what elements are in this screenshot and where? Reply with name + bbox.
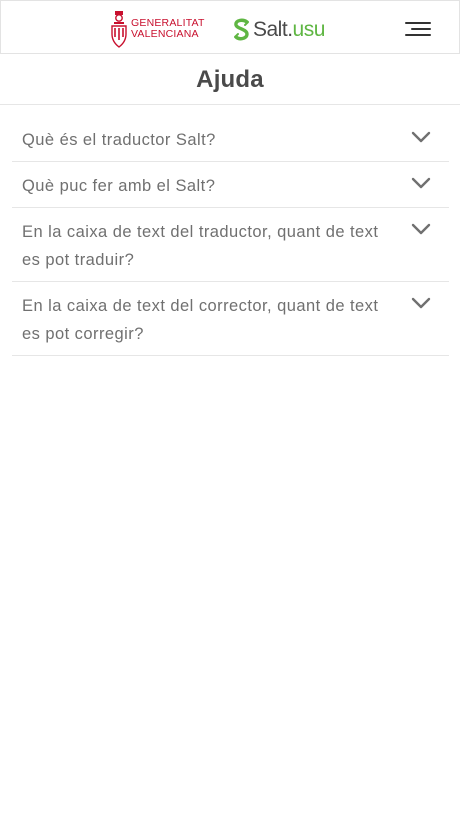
faq-question: Què puc fer amb el Salt? xyxy=(22,177,216,195)
page-title: Ajuda xyxy=(196,66,264,93)
faq-item[interactable]: En la caixa de text del traductor, quant… xyxy=(12,208,449,282)
salt-logo-icon xyxy=(234,18,249,41)
page-header: Ajuda xyxy=(0,54,460,105)
generalitat-valenciana-logo[interactable]: GENERALITAT VALENCIANA xyxy=(109,11,209,51)
menu-line-middle xyxy=(411,28,431,30)
faq-question: En la caixa de text del corrector, quant… xyxy=(22,297,379,343)
hamburger-menu-icon[interactable] xyxy=(399,15,435,43)
faq-item[interactable]: Què puc fer amb el Salt? xyxy=(12,162,449,208)
salt-logo-main: Salt xyxy=(253,18,288,41)
menu-line-bottom xyxy=(405,34,431,36)
salt-usu-logo[interactable]: Salt.usu xyxy=(231,15,341,45)
faq-question: Què és el traductor Salt? xyxy=(22,131,216,149)
gva-emblem-icon xyxy=(111,11,127,48)
salt-logo-suffix: usu xyxy=(292,18,326,41)
faq-list: Què és el traductor Salt? Què puc fer am… xyxy=(12,116,449,356)
faq-question: En la caixa de text del traductor, quant… xyxy=(22,223,379,269)
chevron-down-icon[interactable] xyxy=(411,130,431,144)
chevron-down-icon[interactable] xyxy=(411,296,431,310)
chevron-down-icon[interactable] xyxy=(411,222,431,236)
gva-logo-text: GENERALITAT VALENCIANA xyxy=(131,18,205,40)
faq-item[interactable]: En la caixa de text del corrector, quant… xyxy=(12,282,449,356)
chevron-down-icon[interactable] xyxy=(411,176,431,190)
faq-item[interactable]: Què és el traductor Salt? xyxy=(12,116,449,162)
top-bar: GENERALITAT VALENCIANA Salt.usu xyxy=(0,0,460,54)
gva-logo-line2: VALENCIANA xyxy=(131,28,199,40)
salt-logo-wordmark: Salt.usu xyxy=(253,17,325,43)
menu-line-top xyxy=(405,22,431,24)
